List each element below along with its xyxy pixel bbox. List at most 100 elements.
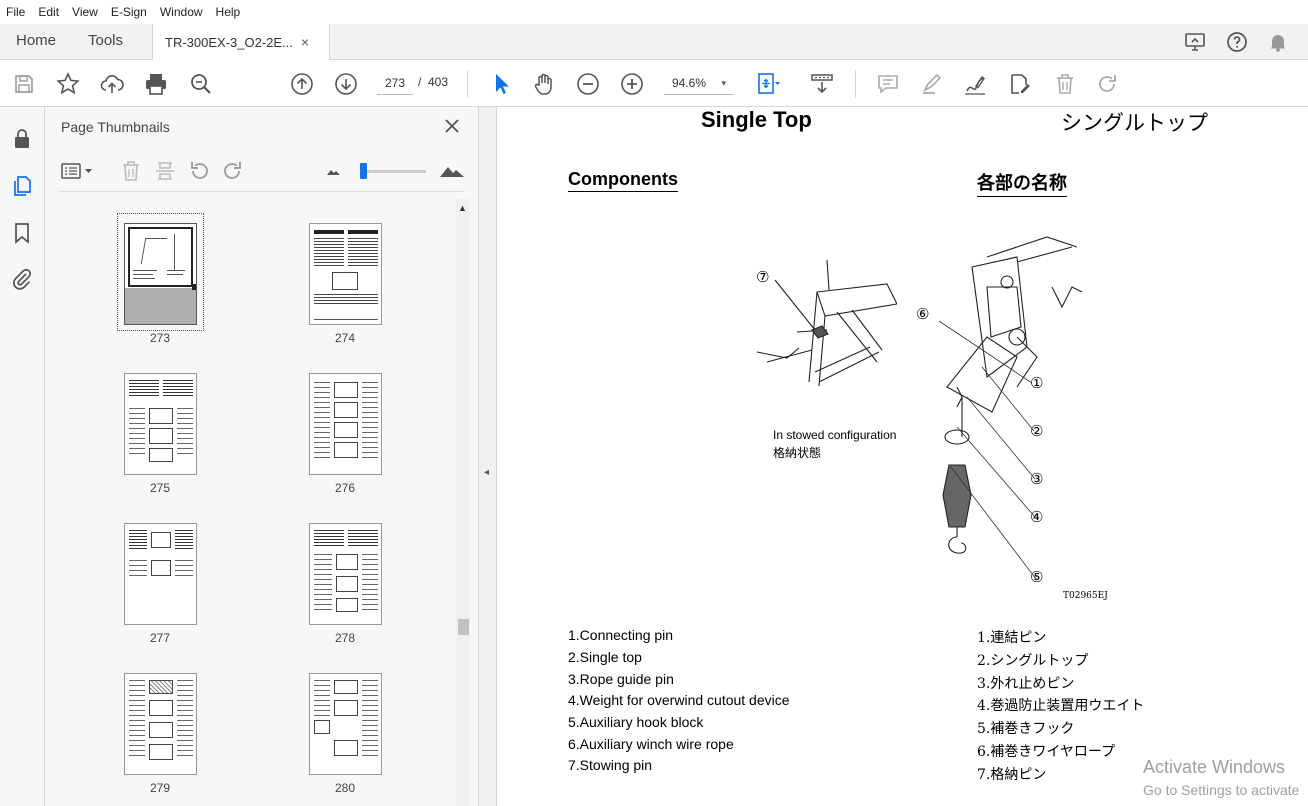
menu-file[interactable]: File xyxy=(6,5,25,19)
zoom-in-icon[interactable] xyxy=(619,71,645,97)
fit-page-icon[interactable] xyxy=(755,71,781,97)
page-total: 403 xyxy=(428,75,449,89)
thumbnail-image xyxy=(123,673,197,775)
bell-icon[interactable] xyxy=(1266,30,1290,54)
lock-icon[interactable] xyxy=(10,127,34,151)
zoom-level-select[interactable]: 94.6% ▾ xyxy=(664,71,734,95)
help-icon[interactable] xyxy=(1225,30,1249,54)
menu-view[interactable]: View xyxy=(72,5,98,19)
thumbnail-page-275[interactable]: 275 xyxy=(115,373,205,495)
upload-cloud-icon[interactable] xyxy=(99,71,125,97)
draw-sign-icon[interactable] xyxy=(962,71,988,97)
slider-handle[interactable] xyxy=(360,163,367,179)
next-page-icon[interactable] xyxy=(333,71,359,97)
thumbnail-page-276[interactable]: 276 xyxy=(300,373,390,495)
zoom-search-icon[interactable] xyxy=(188,71,214,97)
component-list-item: 2.Single top xyxy=(568,649,642,665)
page-number-input[interactable]: 273 xyxy=(377,71,413,95)
extract-pages-icon[interactable] xyxy=(153,159,177,183)
thumbnail-page-278[interactable]: 278 xyxy=(300,523,390,645)
thumbnail-label: 280 xyxy=(334,781,356,795)
thumbnail-scrollbar[interactable]: ▲ xyxy=(456,199,470,806)
thumbnail-image xyxy=(123,523,197,625)
toolbar-divider xyxy=(467,70,468,98)
thumbnail-image xyxy=(123,223,197,325)
thumbnail-image xyxy=(123,373,197,475)
share-screen-icon[interactable] xyxy=(1183,30,1207,54)
edit-document-icon[interactable] xyxy=(1007,71,1033,97)
rotate-left-icon[interactable] xyxy=(187,159,211,183)
tab-document[interactable]: TR-300EX-3_O2-2E... × xyxy=(152,24,330,60)
menu-help[interactable]: Help xyxy=(216,5,241,19)
section-heading-en: Components xyxy=(568,169,678,192)
comment-icon[interactable] xyxy=(875,71,901,97)
menu-esign[interactable]: E-Sign xyxy=(111,5,147,19)
redo-icon[interactable] xyxy=(1095,71,1121,97)
highlight-pen-icon[interactable] xyxy=(919,71,945,97)
tab-bar: Home Tools TR-300EX-3_O2-2E... × xyxy=(0,24,1308,60)
rotate-right-icon[interactable] xyxy=(221,159,245,183)
attachment-paperclip-icon[interactable] xyxy=(10,267,34,291)
menu-edit[interactable]: Edit xyxy=(38,5,59,19)
options-menu-icon[interactable] xyxy=(59,159,97,183)
chevron-down-icon: ▾ xyxy=(721,78,726,88)
save-icon[interactable] xyxy=(11,71,37,97)
caption-ja: 格納状態 xyxy=(773,446,822,460)
previous-page-icon[interactable] xyxy=(289,71,315,97)
scroll-up-icon[interactable]: ▲ xyxy=(458,203,467,213)
thumbnail-page-277[interactable]: 277 xyxy=(115,523,205,645)
thumbnail-page-279[interactable]: 279 xyxy=(115,673,205,795)
thumbnail-label: 273 xyxy=(149,331,171,345)
print-icon[interactable] xyxy=(143,71,169,97)
bookmark-icon[interactable] xyxy=(10,221,34,245)
component-list-item-ja: 3.外れ止めピン xyxy=(977,676,1075,692)
thumbnail-page-273[interactable]: 273 xyxy=(115,223,205,345)
page-thumbnails-icon[interactable] xyxy=(10,174,34,198)
panel-splitter[interactable]: ◂ xyxy=(479,107,497,806)
delete-trash-icon[interactable] xyxy=(1052,71,1078,97)
page-title-en: Single Top xyxy=(701,107,812,132)
component-list-item: 3.Rope guide pin xyxy=(568,671,674,687)
hand-tool-icon[interactable] xyxy=(531,71,557,97)
select-cursor-icon[interactable] xyxy=(488,71,514,97)
scroll-mode-icon[interactable] xyxy=(809,71,835,97)
thumbnail-label: 278 xyxy=(334,631,356,645)
callout-leader-lines xyxy=(938,320,1037,580)
navigation-rail xyxy=(0,107,45,806)
component-list-item-ja: 6.補巻きワイヤロープ xyxy=(977,744,1116,760)
component-list-item: 1.Connecting pin xyxy=(568,627,674,643)
section-heading-ja: 各部の名称 xyxy=(977,169,1067,197)
close-tab-icon[interactable]: × xyxy=(301,34,309,50)
thumbnail-label: 274 xyxy=(334,331,356,345)
mountain-small-icon xyxy=(327,170,340,175)
zoom-level-value: 94.6% xyxy=(672,76,707,90)
component-list-item-ja: 7.格納ピン xyxy=(977,767,1047,783)
thumbnail-image xyxy=(308,523,382,625)
page-title-ja: シングルトップ xyxy=(1061,112,1208,135)
thumbnail-page-280[interactable]: 280 xyxy=(300,673,390,795)
thumbnail-image xyxy=(308,673,382,775)
mountain-large-icon xyxy=(440,167,464,177)
scrollbar-thumb[interactable] xyxy=(458,619,469,635)
thumbnail-toolbar xyxy=(45,151,479,191)
thumbnail-label: 279 xyxy=(149,781,171,795)
tab-document-title: TR-300EX-3_O2-2E... xyxy=(165,34,293,50)
thumbnail-page-274[interactable]: 274 xyxy=(300,223,390,345)
zoom-out-icon[interactable] xyxy=(575,71,601,97)
activation-watermark-subtitle: Go to Settings to activate xyxy=(1143,782,1300,798)
thumbnail-image xyxy=(308,223,382,325)
star-icon[interactable] xyxy=(55,71,81,97)
component-list-item-ja: 1.連結ピン xyxy=(977,630,1047,646)
collapse-panel-icon[interactable]: ◂ xyxy=(484,467,489,478)
tab-tools[interactable]: Tools xyxy=(88,32,123,49)
panel-divider xyxy=(59,191,465,192)
menu-bar: File Edit View E-Sign Window Help xyxy=(0,0,1308,24)
stowed-configuration-figure xyxy=(757,259,897,387)
delete-page-icon[interactable] xyxy=(119,159,143,183)
menu-window[interactable]: Window xyxy=(160,5,203,19)
component-list-item: 7.Stowing pin xyxy=(568,757,653,773)
thumbnail-size-slider[interactable] xyxy=(360,163,426,179)
figure-code: T02965EJ xyxy=(1063,591,1108,601)
tab-home[interactable]: Home xyxy=(16,32,56,49)
close-icon[interactable] xyxy=(441,115,463,137)
